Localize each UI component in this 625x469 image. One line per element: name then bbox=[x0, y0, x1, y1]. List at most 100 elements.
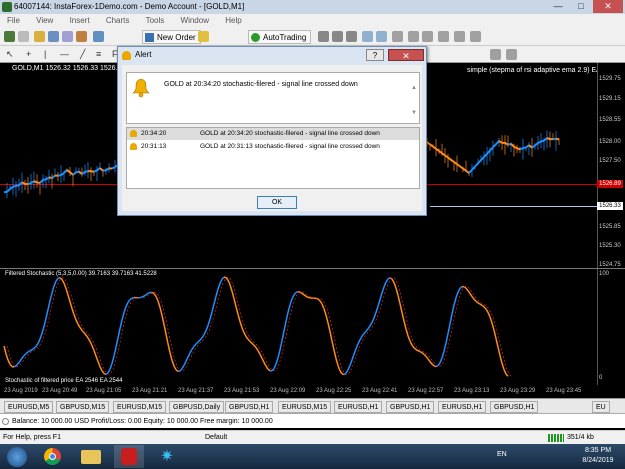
tab-chart[interactable]: GBPUSD,H1 bbox=[490, 401, 539, 413]
stoch-segment bbox=[317, 298, 321, 302]
zoom-in-icon[interactable] bbox=[362, 31, 373, 42]
stoch-segment bbox=[243, 332, 247, 337]
tab-chart[interactable]: EURUSD,H1 bbox=[334, 401, 383, 413]
ok-button[interactable]: OK bbox=[257, 196, 297, 209]
templates-icon[interactable] bbox=[470, 31, 481, 42]
stoch-segment bbox=[473, 298, 477, 302]
metatrader-icon[interactable] bbox=[114, 445, 144, 468]
stoch-segment bbox=[329, 331, 333, 342]
language-indicator[interactable]: EN bbox=[497, 451, 507, 458]
menu-view[interactable]: View bbox=[29, 14, 60, 28]
navigator-icon[interactable] bbox=[62, 31, 73, 42]
menu-file[interactable]: File bbox=[0, 14, 27, 28]
scroll-up-icon[interactable]: ▲ bbox=[411, 85, 417, 91]
metaeditor-icon[interactable] bbox=[198, 31, 209, 42]
data-window-icon[interactable] bbox=[48, 31, 59, 42]
channel-icon[interactable]: ≡ bbox=[96, 49, 101, 60]
stoch-segment bbox=[35, 343, 39, 347]
tab-chart[interactable]: GBPUSD,H1 bbox=[225, 401, 274, 413]
stoch-segment bbox=[351, 354, 355, 361]
menu-charts[interactable]: Charts bbox=[99, 14, 137, 28]
price-segment bbox=[111, 166, 116, 170]
current-price-label: 1526.33 bbox=[597, 202, 623, 210]
tab-chart[interactable]: GBPUSD,M15 bbox=[56, 401, 110, 413]
dialog-close-button[interactable]: ✕ bbox=[388, 49, 424, 61]
start-button[interactable] bbox=[2, 445, 32, 468]
bar-chart-icon[interactable] bbox=[318, 31, 329, 42]
price-segment bbox=[99, 167, 104, 172]
stoch-segment bbox=[367, 325, 371, 330]
tile-windows-icon[interactable] bbox=[392, 31, 403, 42]
app-icon-star[interactable]: ✷ bbox=[152, 445, 182, 468]
strategy-tester-icon[interactable] bbox=[93, 31, 104, 42]
stoch-segment bbox=[61, 279, 65, 284]
cursor-icon[interactable]: ↖ bbox=[6, 49, 14, 60]
autotrading-button[interactable]: AutoTrading bbox=[248, 30, 312, 44]
period-m5-icon[interactable] bbox=[506, 49, 517, 60]
price-tick: 1527.50 bbox=[599, 158, 621, 164]
trendline-icon[interactable]: ╱ bbox=[80, 49, 85, 60]
close-button[interactable]: ✕ bbox=[593, 0, 623, 13]
price-segment bbox=[27, 182, 32, 186]
maximize-button[interactable]: □ bbox=[570, 0, 592, 13]
price-segment bbox=[102, 169, 107, 172]
stoch-segment bbox=[53, 280, 57, 287]
tab-chart[interactable]: EURUSD,M15 bbox=[113, 401, 167, 413]
new-order-button[interactable]: New Order bbox=[142, 30, 201, 44]
stoch-segment bbox=[41, 326, 45, 334]
stoch-segment bbox=[111, 355, 115, 364]
price-segment bbox=[39, 179, 44, 184]
help-button[interactable]: ? bbox=[366, 49, 384, 61]
stoch-segment bbox=[121, 312, 125, 321]
tab-chart[interactable]: GBPUSD,H1 bbox=[386, 401, 435, 413]
stoch-segment bbox=[375, 306, 379, 313]
vertical-line-icon[interactable]: | bbox=[44, 49, 46, 60]
stoch-segment bbox=[119, 319, 123, 329]
tab-chart[interactable]: GBPUSD,Daily bbox=[169, 401, 225, 413]
stoch-segment bbox=[411, 344, 415, 349]
file-explorer-icon[interactable] bbox=[76, 445, 106, 468]
periods-icon[interactable] bbox=[454, 31, 465, 42]
tab-chart[interactable]: EURUSD,M5 bbox=[4, 401, 54, 413]
price-segment bbox=[441, 152, 446, 157]
scroll-down-icon[interactable]: ▼ bbox=[411, 110, 417, 116]
stoch-segment bbox=[245, 336, 249, 340]
profiles-icon[interactable] bbox=[18, 31, 29, 42]
price-segment bbox=[486, 149, 491, 155]
crosshair-icon[interactable]: + bbox=[26, 49, 31, 60]
price-segment bbox=[513, 145, 518, 150]
stoch-segment bbox=[165, 333, 169, 344]
autoscroll-icon[interactable] bbox=[408, 31, 419, 42]
candlestick-icon[interactable] bbox=[332, 31, 343, 42]
period-m1-icon[interactable] bbox=[490, 49, 501, 60]
message-area bbox=[126, 72, 420, 124]
menu-window[interactable]: Window bbox=[174, 14, 216, 28]
alert-row-time: 20:34:20 bbox=[141, 130, 167, 137]
tab-chart[interactable]: EU bbox=[592, 401, 610, 413]
new-chart-icon[interactable] bbox=[4, 31, 15, 42]
stoch-segment bbox=[79, 327, 83, 331]
zoom-out-icon[interactable] bbox=[376, 31, 387, 42]
market-watch-icon[interactable] bbox=[34, 31, 45, 42]
price-segment bbox=[447, 156, 452, 161]
indicators-icon[interactable] bbox=[438, 31, 449, 42]
alert-row[interactable]: 20:31:13 GOLD at 20:31:13 stochastic-fil… bbox=[127, 141, 419, 153]
chrome-icon[interactable] bbox=[38, 445, 68, 468]
menu-insert[interactable]: Insert bbox=[63, 14, 97, 28]
minimize-button[interactable]: — bbox=[547, 0, 569, 13]
alert-row[interactable]: 20:34:20 GOLD at 20:34:20 stochastic-fil… bbox=[127, 128, 419, 140]
horizontal-line-icon[interactable]: — bbox=[60, 49, 69, 60]
stoch-segment bbox=[501, 363, 505, 370]
terminal-icon[interactable] bbox=[76, 31, 87, 42]
tab-chart[interactable]: EURUSD,M15 bbox=[278, 401, 332, 413]
stoch-segment bbox=[247, 338, 251, 342]
clock[interactable]: 8:35 PM 8/24/2019 bbox=[577, 446, 619, 466]
menu-help[interactable]: Help bbox=[218, 14, 248, 28]
menu-tools[interactable]: Tools bbox=[139, 14, 172, 28]
stoch-segment bbox=[9, 363, 13, 368]
line-chart-icon[interactable] bbox=[346, 31, 357, 42]
tab-chart[interactable]: EURUSD,H1 bbox=[438, 401, 487, 413]
alert-row-text: GOLD at 20:31:13 stochastic-filered - si… bbox=[200, 143, 380, 150]
chart-shift-icon[interactable] bbox=[422, 31, 433, 42]
stoch-segment bbox=[391, 278, 395, 283]
